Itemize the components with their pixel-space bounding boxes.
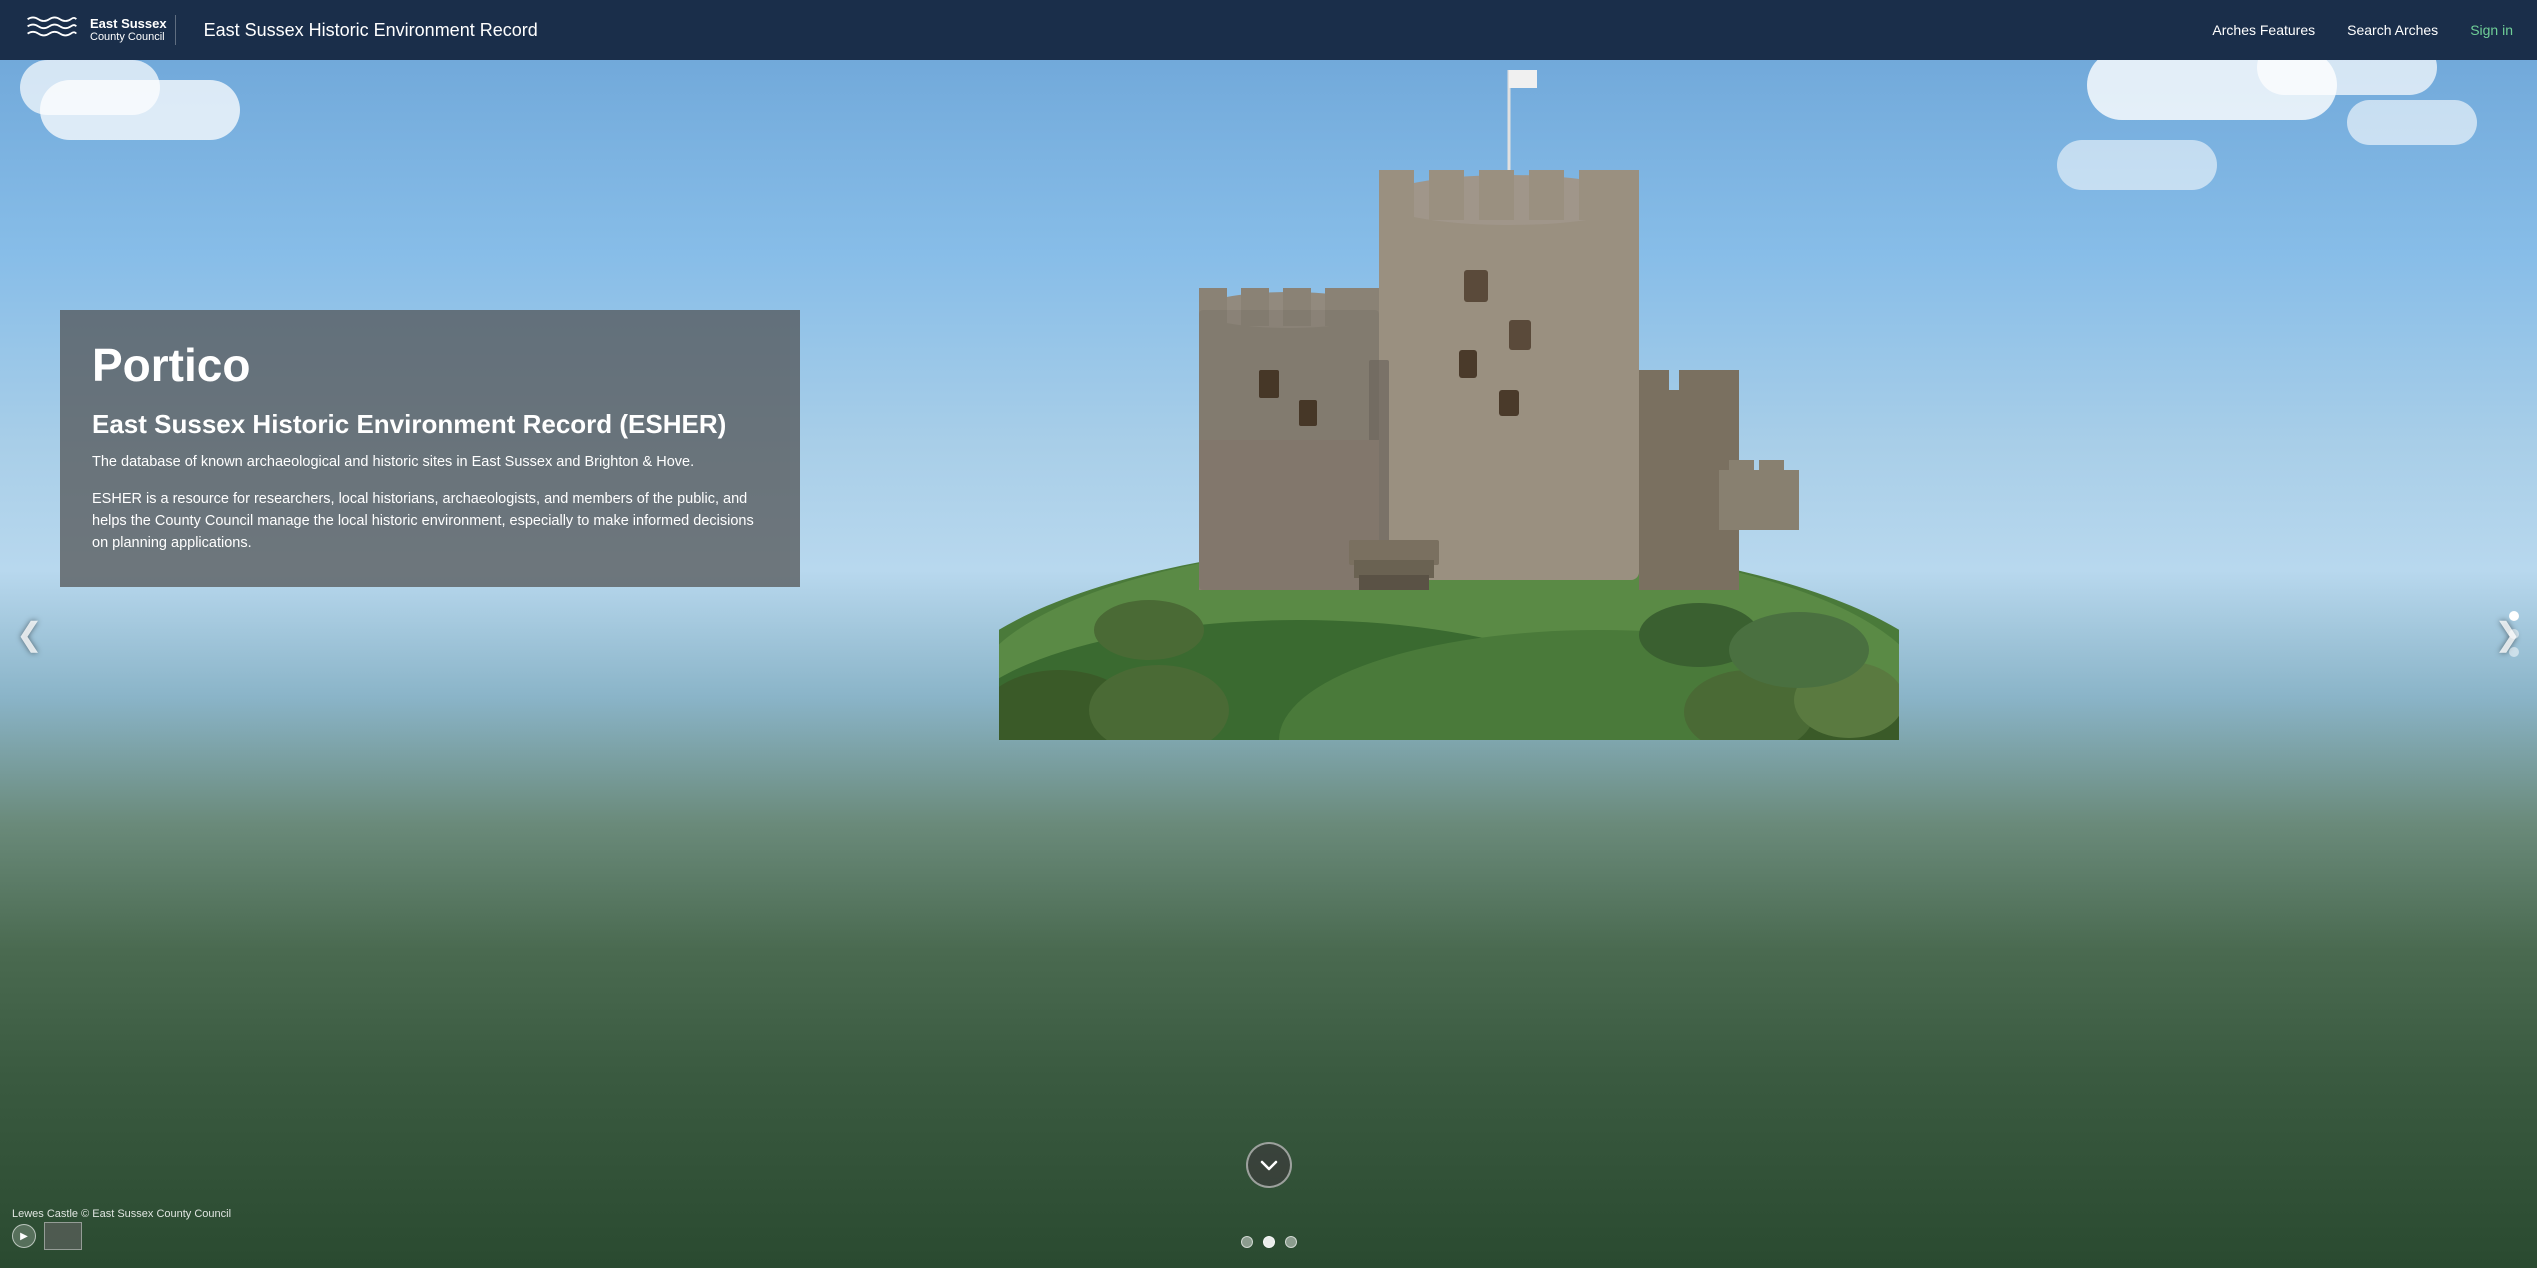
bottom-dot-1[interactable] [1241,1236,1253,1248]
slide-dot-1[interactable] [2509,611,2519,621]
bottom-dot-2[interactable] [1263,1236,1275,1248]
slide-subtitle: East Sussex Historic Environment Record … [92,408,768,442]
sign-in-link[interactable]: Sign in [2470,22,2513,38]
site-title: East Sussex Historic Environment Record [204,20,538,41]
navbar-divider [175,15,176,45]
cloud-5 [2347,100,2477,145]
prev-slide-button[interactable]: ❮ [16,615,43,653]
escc-logo [24,10,78,50]
bottom-dot-3[interactable] [1285,1236,1297,1248]
arches-features-link[interactable]: Arches Features [2212,22,2315,38]
slideshow-controls: ▶ [12,1222,82,1250]
slide-dot-3[interactable] [2509,647,2519,657]
photo-credit: Lewes Castle © East Sussex County Counci… [12,1208,231,1220]
logo-line1: East Sussex [90,16,167,32]
slideshow-thumbnail[interactable] [44,1222,82,1250]
hero-background [0,0,2537,1268]
logo-line2: County Council [90,31,167,44]
navbar: East Sussex County Council East Sussex H… [0,0,2537,60]
search-arches-link[interactable]: Search Arches [2347,22,2438,38]
play-button[interactable]: ▶ [12,1224,36,1248]
slide-description-1: The database of known archaeological and… [92,452,768,474]
bottom-pagination-dots [1241,1236,1297,1248]
cloud-6 [2057,140,2217,190]
chevron-down-icon [1258,1154,1280,1176]
logo-area[interactable]: East Sussex County Council [24,10,167,50]
logo-text: East Sussex County Council [90,16,167,45]
slide-dots-sidebar [2509,611,2519,657]
slide-dot-2[interactable] [2509,629,2519,639]
castle-image [999,40,1899,740]
text-overlay: Portico East Sussex Historic Environment… [60,310,800,587]
scroll-down-button[interactable] [1246,1142,1292,1188]
hero-section: Portico East Sussex Historic Environment… [0,0,2537,1268]
cloud-2 [20,60,160,115]
nav-links: Arches Features Search Arches Sign in [2212,22,2513,38]
slide-description-2: ESHER is a resource for researchers, loc… [92,488,768,555]
slide-title: Portico [92,338,768,392]
